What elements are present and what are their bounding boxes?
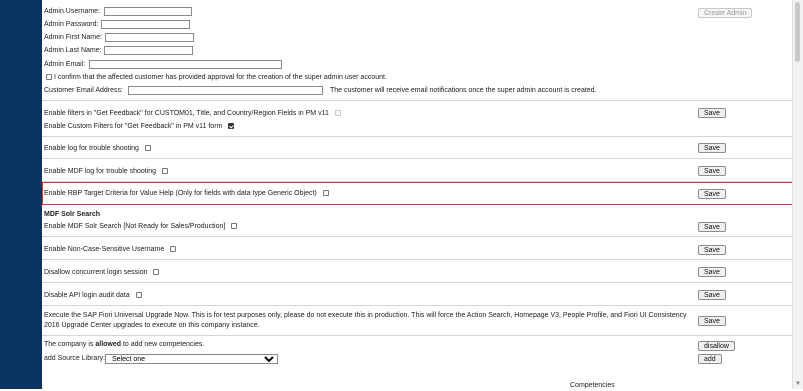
scroll-down-arrow-icon[interactable]: ▼ [795, 381, 801, 387]
save-button-trouble-log[interactable]: Save [698, 143, 726, 153]
left-navigation-bar [0, 0, 42, 389]
custom-filters-row: Enable Custom Filters for "Get Feedback"… [44, 122, 235, 132]
feedback-filters-row: Enable filters in "Get Feedback" for CUS… [44, 109, 341, 119]
mdf-solr-checkbox[interactable] [231, 223, 238, 230]
divider [42, 100, 793, 101]
save-button-upgrade[interactable]: Save [698, 316, 726, 326]
admin-email-input[interactable] [89, 60, 282, 69]
consent-checkbox[interactable] [46, 74, 52, 81]
source-library-label: add Source Library: [44, 355, 106, 362]
api-audit-checkbox[interactable] [135, 292, 142, 299]
divider [42, 259, 793, 260]
create-admin-button[interactable]: Create Admin [698, 8, 753, 18]
trouble-log-row: Enable log for trouble shooting [44, 144, 151, 154]
mdf-solr-heading: MDF Solr Search [44, 211, 101, 218]
trouble-log-label: Enable log for trouble shooting [44, 145, 139, 152]
admin-first-name-input[interactable] [105, 33, 194, 42]
admin-password-label: Admin Password: [44, 21, 99, 28]
divider [42, 158, 793, 159]
custom-filters-label: Enable Custom Filters for "Get Feedback"… [44, 123, 223, 130]
admin-email-label: Admin Email: [44, 61, 86, 68]
divider [42, 236, 793, 237]
competencies-allowed-text: The company is allowed to add new compet… [44, 340, 204, 350]
consent-text: I confirm that the affected customer has… [53, 74, 387, 81]
allowed-word: allowed [95, 341, 122, 348]
save-button-mdf-log[interactable]: Save [698, 166, 726, 176]
disallow-button[interactable]: disallow [698, 341, 735, 351]
non-case-checkbox[interactable] [170, 246, 177, 253]
save-button-concurrent[interactable]: Save [698, 267, 726, 277]
mdf-log-label: Enable MDF log for trouble shooting [44, 168, 157, 175]
rbp-checkbox[interactable] [322, 190, 329, 197]
api-audit-label: Disable API login audit data [44, 292, 130, 299]
allowed-suffix: to add new competencies. [121, 341, 205, 348]
save-button-mdf-solr[interactable]: Save [698, 222, 726, 232]
scrollbar-thumb[interactable] [795, 2, 800, 62]
non-case-row: Enable Non-Case-Sensitive Username [44, 245, 177, 255]
save-button-non-case[interactable]: Save [698, 245, 726, 255]
trouble-log-checkbox[interactable] [144, 145, 151, 152]
customer-email-label: Customer Email Address: [44, 87, 123, 94]
add-source-button[interactable]: add [698, 354, 722, 364]
divider [42, 282, 793, 283]
non-case-label: Enable Non-Case-Sensitive Username [44, 246, 165, 253]
admin-first-name-label: Admin First Name: [44, 34, 102, 41]
divider [42, 136, 793, 137]
vertical-scrollbar[interactable]: ▼ [792, 0, 803, 389]
customer-email-input[interactable] [128, 86, 323, 95]
concurrent-checkbox[interactable] [153, 269, 160, 276]
save-button-rbp[interactable]: Save [698, 189, 726, 199]
admin-last-name-label: Admin Last Name: [44, 47, 102, 54]
competencies-heading: Competencies [570, 382, 615, 389]
api-audit-row: Disable API login audit data [44, 291, 142, 301]
rbp-row: Enable RBP Target Criteria for Value Hel… [44, 189, 329, 199]
admin-last-name-input[interactable] [104, 46, 193, 55]
consent-row: I confirm that the affected customer has… [44, 73, 387, 83]
mdf-solr-label: Enable MDF Solr Search [Not Ready for Sa… [44, 223, 226, 230]
divider [42, 335, 793, 336]
admin-username-input[interactable] [104, 7, 192, 16]
feedback-filters-checkbox[interactable] [334, 110, 341, 117]
admin-settings-panel: Admin Username: Admin Password: Admin Fi… [42, 0, 796, 389]
customer-email-note: The customer will receive email notifica… [330, 87, 597, 94]
save-button-feedback[interactable]: Save [698, 108, 726, 118]
concurrent-row: Disallow concurrent login session [44, 268, 160, 278]
divider [42, 305, 793, 306]
upgrade-text-line-1: Execute the SAP Fiori Universal Upgrade … [44, 312, 687, 319]
feedback-filters-label: Enable filters in "Get Feedback" for CUS… [44, 110, 329, 117]
save-button-api-audit[interactable]: Save [698, 290, 726, 300]
source-library-select[interactable]: Select one [105, 354, 278, 364]
mdf-solr-row: Enable MDF Solr Search [Not Ready for Sa… [44, 222, 238, 232]
mdf-log-checkbox[interactable] [162, 168, 169, 175]
rbp-label: Enable RBP Target Criteria for Value Hel… [44, 190, 317, 197]
admin-password-input[interactable] [101, 20, 190, 29]
custom-filters-checkbox[interactable] [228, 123, 235, 130]
mdf-log-row: Enable MDF log for trouble shooting [44, 167, 169, 177]
concurrent-label: Disallow concurrent login session [44, 269, 148, 276]
admin-username-label: Admin Username: [44, 8, 101, 15]
upgrade-text-line-2: 2016 Upgrade Center upgrades to execute … [44, 322, 260, 329]
allowed-prefix: The company is [44, 341, 96, 348]
